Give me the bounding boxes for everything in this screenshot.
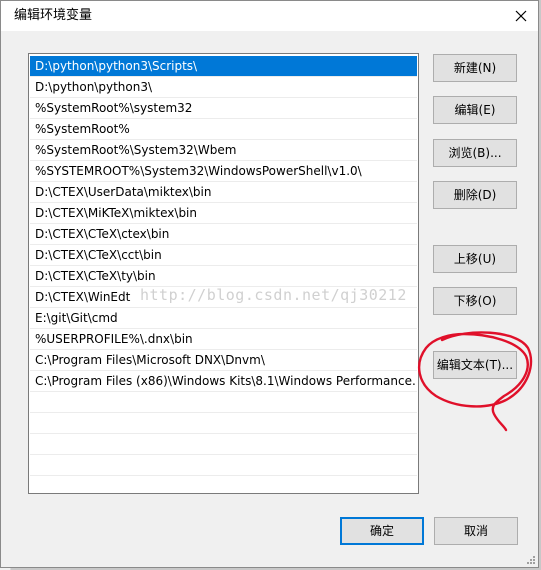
ok-button[interactable]: 确定	[340, 517, 424, 545]
edit-button[interactable]: 编辑(E)	[433, 96, 517, 124]
close-icon	[515, 10, 527, 22]
path-list-item[interactable]: D:\CTEX\WinEdt	[30, 287, 417, 308]
close-button[interactable]	[504, 1, 538, 31]
path-list-item-text: %SystemRoot%	[35, 122, 130, 136]
path-list-item[interactable]: D:\CTEX\MiKTeX\miktex\bin	[30, 203, 417, 224]
resize-grip-icon[interactable]	[524, 553, 536, 565]
path-list-item[interactable]: D:\python\python3\	[30, 77, 417, 98]
dialog-title: 编辑环境变量	[14, 8, 93, 23]
path-list-item-text: D:\python\python3\Scripts\	[35, 59, 198, 73]
path-list-item-text: C:\Program Files\Microsoft DNX\Dnvm\	[35, 353, 265, 367]
path-list-item[interactable]: C:\Program Files (x86)\Windows Kits\8.1\…	[30, 371, 417, 392]
path-list-item-text: %USERPROFILE%\.dnx\bin	[35, 332, 193, 346]
path-list[interactable]: D:\python\python3\Scripts\ D:\python\pyth…	[28, 53, 419, 494]
new-button[interactable]: 新建(N)	[433, 54, 517, 82]
path-list-item-text: %SystemRoot%\system32	[35, 101, 193, 115]
path-list-item-text: D:\CTEX\MiKTeX\miktex\bin	[35, 206, 197, 220]
path-list-item[interactable]: %SystemRoot%\System32\Wbem	[30, 140, 417, 161]
path-list-item-text: D:\CTEX\CTeX\cct\bin	[35, 248, 162, 262]
path-list-item[interactable]: D:\CTEX\UserData\miktex\bin	[30, 182, 417, 203]
cancel-button[interactable]: 取消	[434, 517, 518, 545]
edit-environment-variable-dialog: 编辑环境变量 D:\python\python3\Scripts\ D:\pyth…	[0, 0, 539, 568]
path-list-empty-row[interactable]	[30, 434, 417, 455]
path-list-item-text: D:\CTEX\UserData\miktex\bin	[35, 185, 212, 199]
path-list-item-text: %SYSTEMROOT%\System32\WindowsPowerShell\…	[35, 164, 362, 178]
title-bar[interactable]: 编辑环境变量	[1, 1, 538, 31]
edit-text-button[interactable]: 编辑文本(T)...	[433, 351, 517, 379]
path-list-item[interactable]: %SYSTEMROOT%\System32\WindowsPowerShell\…	[30, 161, 417, 182]
path-list-item[interactable]: D:\python\python3\Scripts\	[30, 56, 417, 77]
path-list-item[interactable]: D:\CTEX\CTeX\ty\bin	[30, 266, 417, 287]
path-list-item-text: E:\git\Git\cmd	[35, 311, 118, 325]
path-list-empty-row[interactable]	[30, 413, 417, 434]
path-list-item-text: %SystemRoot%\System32\Wbem	[35, 143, 237, 157]
path-list-item[interactable]: %SystemRoot%\system32	[30, 98, 417, 119]
path-list-empty-row[interactable]	[30, 455, 417, 476]
path-list-empty-row[interactable]	[30, 392, 417, 413]
path-list-item[interactable]: %USERPROFILE%\.dnx\bin	[30, 329, 417, 350]
path-list-item-text: D:\CTEX\WinEdt	[35, 290, 131, 304]
path-list-item-text: D:\CTEX\CTeX\ctex\bin	[35, 227, 170, 241]
path-list-item[interactable]: D:\CTEX\CTeX\cct\bin	[30, 245, 417, 266]
path-list-item[interactable]: C:\Program Files\Microsoft DNX\Dnvm\	[30, 350, 417, 371]
path-list-item[interactable]: %SystemRoot%	[30, 119, 417, 140]
delete-button[interactable]: 删除(D)	[433, 181, 517, 209]
path-list-item[interactable]: D:\CTEX\CTeX\ctex\bin	[30, 224, 417, 245]
path-list-item-text: D:\CTEX\CTeX\ty\bin	[35, 269, 156, 283]
path-list-item-text: D:\python\python3\	[35, 80, 152, 94]
move-up-button[interactable]: 上移(U)	[433, 245, 517, 273]
browse-button[interactable]: 浏览(B)...	[433, 139, 517, 167]
path-list-item-text: C:\Program Files (x86)\Windows Kits\8.1\…	[35, 374, 415, 388]
path-list-item[interactable]: E:\git\Git\cmd	[30, 308, 417, 329]
move-down-button[interactable]: 下移(O)	[433, 287, 517, 315]
